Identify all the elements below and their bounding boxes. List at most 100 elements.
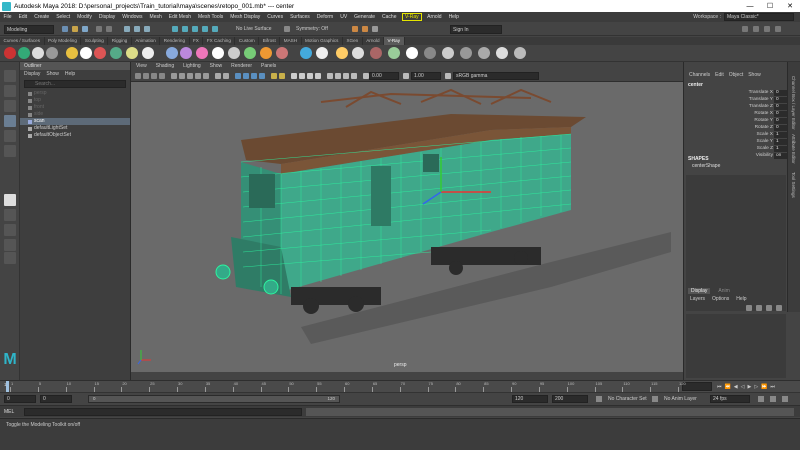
vray-settings-icon[interactable] — [46, 47, 58, 59]
snap-point-icon[interactable] — [192, 26, 198, 32]
render-settings-icon[interactable] — [372, 26, 378, 32]
persp-outliner-layout-icon[interactable] — [4, 239, 16, 251]
anti-aliasing-icon[interactable] — [307, 73, 313, 79]
vray-proxy-icon[interactable] — [110, 47, 122, 59]
snap-view-icon[interactable] — [202, 26, 208, 32]
new-layer-from-selection-icon[interactable] — [776, 305, 782, 311]
go-to-start-icon[interactable]: ⏮ — [717, 384, 722, 390]
channel-attribute-row[interactable]: Translate X0 — [734, 90, 794, 96]
resolution-gate-icon[interactable] — [187, 73, 193, 79]
vray-cloud-icon[interactable] — [442, 47, 454, 59]
viewport-menu-shading[interactable]: Shading — [156, 62, 174, 71]
layer-menu-layers[interactable]: Layers — [690, 296, 705, 302]
save-scene-icon[interactable] — [82, 26, 88, 32]
symmetry-icon[interactable] — [284, 26, 290, 32]
menu-display[interactable]: Display — [95, 14, 118, 20]
shadows-icon[interactable] — [279, 73, 285, 79]
motion-blur-icon[interactable] — [299, 73, 305, 79]
shelf-tab-bifrost[interactable]: Bifrost — [259, 37, 281, 45]
screen-space-ao-icon[interactable] — [291, 73, 297, 79]
channel-box-menu-channels[interactable]: Channels — [689, 71, 710, 80]
move-tool-icon[interactable] — [4, 115, 16, 127]
vray-help-icon[interactable] — [514, 47, 526, 59]
outliner-item-front[interactable]: front — [20, 104, 130, 111]
viewport-menu-show[interactable]: Show — [210, 62, 223, 71]
side-tab-attribute-editor[interactable]: Attribute Editor — [791, 134, 796, 164]
channel-attribute-row[interactable]: Translate Z0 — [734, 104, 794, 110]
step-forward-frame-icon[interactable]: ▷ — [754, 384, 758, 390]
command-input[interactable] — [24, 408, 302, 416]
menu-windows[interactable]: Windows — [119, 14, 146, 20]
menu-generate[interactable]: Generate — [351, 14, 379, 20]
vray-dome-light-icon[interactable] — [80, 47, 92, 59]
snap-surface-icon[interactable] — [212, 26, 218, 32]
shelf-tab-motion-graphics[interactable]: Motion Graphics — [302, 37, 343, 45]
menu-deform[interactable]: Deform — [313, 14, 336, 20]
outliner-item-defaultobjectset[interactable]: defaultObjectSet — [20, 132, 130, 139]
sign-in-button[interactable]: Sign In — [450, 25, 502, 34]
anim-layer-dropdown[interactable]: No Anim Layer — [664, 395, 706, 403]
smooth-shade-icon[interactable] — [243, 73, 249, 79]
vray-scene-export-icon[interactable] — [300, 47, 312, 59]
channel-box-menu-edit[interactable]: Edit — [715, 71, 724, 80]
character-set-dropdown[interactable]: No Character Set — [608, 395, 648, 403]
shelf-tab-custom[interactable]: Custom — [235, 37, 260, 45]
channel-attribute-row[interactable]: Rotate Y0 — [734, 118, 794, 124]
play-backward-icon[interactable]: ◁ — [741, 384, 745, 390]
menu-vray[interactable]: V-Ray — [401, 13, 422, 21]
shelf-tab-curves-surfaces[interactable]: Curves / Surfaces — [0, 37, 45, 45]
vray-toon-icon[interactable] — [388, 47, 400, 59]
attribute-editor-toggle-icon[interactable] — [753, 26, 759, 32]
gate-mask-icon[interactable] — [195, 73, 201, 79]
side-tab-channel-box[interactable]: Channel Box / Layer Editor — [791, 76, 796, 130]
shape-name[interactable]: centerShape — [692, 163, 720, 169]
redo-icon[interactable] — [106, 26, 112, 32]
symmetry-field[interactable]: Symmetry: Off — [296, 26, 328, 33]
vray-sphere-light-icon[interactable] — [126, 47, 138, 59]
auto-key-icon[interactable] — [758, 396, 764, 402]
paint-select-tool-icon[interactable] — [4, 100, 16, 112]
channel-attribute-row[interactable]: Scale X1 — [734, 132, 794, 138]
layer-tab-display[interactable]: Display — [688, 288, 711, 294]
step-back-frame-icon[interactable]: ◀ — [734, 384, 738, 390]
minimize-button[interactable]: — — [740, 0, 760, 12]
vray-vfb-icon[interactable] — [32, 47, 44, 59]
channel-box-menu-show[interactable]: Show — [748, 71, 761, 80]
go-to-end-icon[interactable]: ⏭ — [770, 384, 775, 390]
undo-icon[interactable] — [96, 26, 102, 32]
channel-attribute-row[interactable]: Scale Y1 — [734, 139, 794, 145]
menu-mesh[interactable]: Mesh — [146, 14, 165, 20]
rotate-tool-icon[interactable] — [4, 130, 16, 142]
vray-sun-icon[interactable] — [336, 47, 348, 59]
playback-options-icon[interactable] — [770, 396, 776, 402]
channel-attribute-row[interactable]: Visibility on — [734, 153, 794, 159]
four-view-layout-icon[interactable] — [4, 209, 16, 221]
grid-toggle-icon[interactable] — [171, 73, 177, 79]
menu-mesh-tools[interactable]: Mesh Tools — [195, 14, 227, 20]
viewport-menu-renderer[interactable]: Renderer — [231, 62, 252, 71]
xray-joints-icon[interactable] — [343, 73, 349, 79]
scene-start-field[interactable]: 0 — [4, 395, 36, 403]
outliner-item-persp[interactable]: persp — [20, 90, 130, 97]
menu-select[interactable]: Select — [53, 14, 74, 20]
vray-subdivision-icon[interactable] — [260, 47, 272, 59]
exposure-field[interactable]: 0.00 — [369, 72, 399, 80]
depth-of-field-icon[interactable] — [315, 73, 321, 79]
step-back-key-icon[interactable]: ⏪ — [725, 384, 731, 390]
channel-attribute-row[interactable]: Scale Z1 — [734, 146, 794, 152]
outliner-menu-show[interactable]: Show — [46, 70, 59, 78]
menu-create[interactable]: Create — [31, 14, 53, 20]
vray-sphere-fade-icon[interactable] — [406, 47, 418, 59]
select-component-icon[interactable] — [144, 26, 150, 32]
layer-menu-help[interactable]: Help — [736, 296, 746, 302]
vray-light-select-icon[interactable] — [316, 47, 328, 59]
shelf-tab-sculpting[interactable]: Sculpting — [81, 37, 109, 45]
shelf-tab-fx[interactable]: FX — [190, 37, 204, 45]
shelf-tab-animation[interactable]: Animation — [132, 37, 161, 45]
menu-edit[interactable]: Edit — [15, 14, 31, 20]
vray-plane-icon[interactable] — [180, 47, 192, 59]
film-gate-icon[interactable] — [179, 73, 185, 79]
time-slider[interactable]: 1 ⏮ ⏪ ◀ ◁ ▶ ▷ ⏩ ⏭ 1 5 10 15 20 25 30 35 40 45 50 55… — [0, 380, 800, 392]
menu-arnold[interactable]: Arnold — [424, 14, 445, 20]
layer-menu-options[interactable]: Options — [712, 296, 729, 302]
